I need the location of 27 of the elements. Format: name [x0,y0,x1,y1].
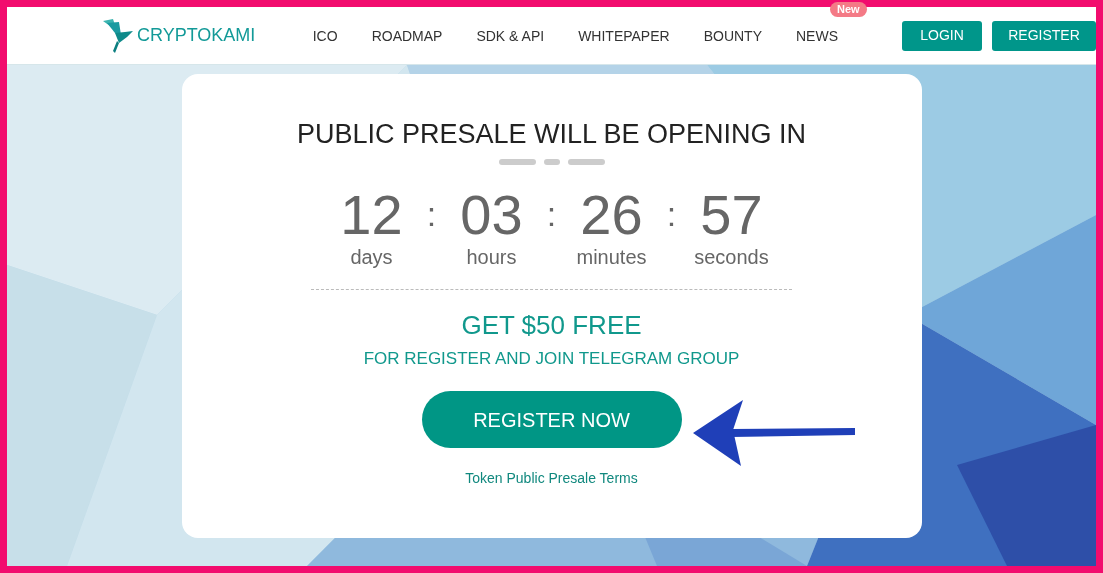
nav-link[interactable]: SDK & API [476,27,545,44]
card-title: PUBLIC PRESALE WILL BE OPENING IN [296,118,807,151]
divider-dashes-icon [498,158,605,165]
colon-separator: : [665,196,678,231]
countdown-value: 12 [340,186,403,243]
countdown-unit: minutes [576,244,647,269]
countdown-value: 57 [700,186,763,243]
colon-separator: : [425,196,438,231]
login-button[interactable]: LOGIN [902,20,982,51]
countdown-value: 26 [580,186,643,243]
terms-link[interactable]: Token Public Presale Terms [465,468,638,489]
nav-link[interactable]: ROADMAP [371,27,443,44]
countdown-unit: days [350,244,393,269]
nav-link[interactable]: NEWS [796,27,838,44]
nav-link[interactable]: WHITEPAPER [578,27,670,44]
countdown-value: 03 [460,186,523,243]
new-badge: New [830,1,867,17]
nav-link[interactable]: ICO [312,27,338,44]
register-button[interactable]: REGISTER [992,20,1096,51]
offer-heading: GET $50 FREE [461,309,642,340]
bird-logo-icon [103,18,133,53]
offer-subtitle: FOR REGISTER AND JOIN TELEGRAM GROUP [363,347,740,370]
countdown-unit: seconds [694,244,769,269]
nav-link[interactable]: BOUNTY [703,27,762,44]
colon-separator: : [545,196,558,231]
register-now-button[interactable]: REGISTER NOW [421,391,682,448]
countdown-unit: hours [466,244,517,269]
